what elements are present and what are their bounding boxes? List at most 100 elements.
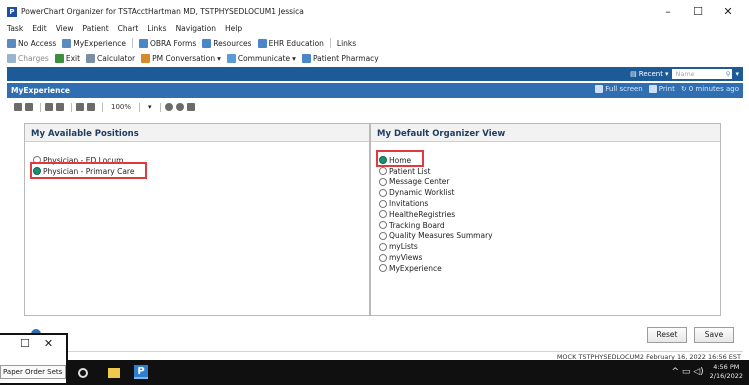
paper-order-sets-item[interactable]: Paper Order Sets [0, 365, 66, 379]
name-search-placeholder: Name [675, 70, 695, 78]
toolbar-divider [132, 38, 133, 48]
organizer-label: Patient List [389, 166, 431, 176]
radio-button[interactable] [379, 199, 387, 208]
toolbar-secondary: Charges Exit Calculator PM Conversation … [7, 51, 385, 65]
communicate-icon [226, 53, 236, 63]
zoom-in-icon[interactable] [76, 103, 84, 111]
task-view-icon[interactable] [78, 368, 88, 378]
obra-forms-button[interactable]: OBRA Forms [139, 38, 196, 48]
selection-highlight-box [30, 162, 147, 179]
home-icon[interactable] [186, 103, 195, 111]
menu-view[interactable]: View [56, 24, 74, 33]
menu-edit[interactable]: Edit [32, 24, 47, 33]
close-button[interactable]: ✕ [713, 3, 743, 20]
binoculars-icon[interactable] [14, 103, 22, 111]
full-screen-label: Full screen [605, 85, 643, 93]
content-toolbar: 100% ▾ [14, 101, 198, 113]
organizer-view-list: Home Patient List Message Center Dynamic… [379, 155, 493, 274]
exit-icon [54, 53, 64, 63]
pm-conversation-button[interactable]: PM Conversation ▾ [141, 53, 221, 63]
organizer-option[interactable]: Tracking Board [379, 220, 493, 231]
radio-button[interactable] [379, 188, 387, 197]
toolbar-divider [329, 38, 331, 48]
toolbar-divider [139, 102, 141, 112]
available-positions-heading: My Available Positions [25, 124, 369, 142]
radio-button[interactable] [379, 210, 387, 219]
organizer-option[interactable]: Invitations [379, 198, 493, 209]
recent-button[interactable]: Recent [639, 70, 663, 78]
menu-chart[interactable]: Chart [118, 24, 139, 33]
full-screen-button[interactable]: Full screen [595, 85, 643, 93]
organizer-option[interactable]: myLists [379, 241, 493, 252]
menu-help[interactable]: Help [225, 24, 242, 33]
patient-pharmacy-label: Patient Pharmacy [312, 53, 379, 63]
zoom-level[interactable]: 100% [111, 103, 131, 111]
radio-button[interactable] [379, 167, 387, 176]
ehr-education-button[interactable]: EHR Education [257, 38, 324, 48]
toolbar-divider [159, 102, 161, 112]
chevron-down-icon: ▾ [292, 53, 296, 63]
refresh-button[interactable]: ↻ 0 minutes ago [681, 85, 739, 93]
minimize-button[interactable]: – [653, 3, 683, 20]
organizer-option[interactable]: myViews [379, 252, 493, 263]
chevron-down-icon: ▾ [664, 70, 669, 78]
no-access-button[interactable]: No Access [7, 38, 56, 48]
radio-button[interactable] [379, 264, 387, 273]
refresh-label: 0 minutes ago [688, 85, 739, 93]
radio-button[interactable] [379, 253, 387, 262]
pm-conversation-icon [141, 53, 151, 63]
search-icon[interactable]: ⚲ [726, 69, 731, 79]
maximize-button[interactable]: ☐ [683, 3, 713, 20]
file-explorer-icon[interactable] [108, 368, 120, 378]
name-search-input[interactable]: Name ⚲ [672, 69, 733, 79]
windows-taskbar: P ^ ▭ ◁) 4:56 PM 2/16/2022 [0, 360, 749, 385]
print-preview-icon[interactable] [45, 103, 53, 111]
forward-icon[interactable] [175, 103, 184, 111]
clock[interactable]: 4:56 PM 2/16/2022 [710, 363, 743, 381]
charges-button[interactable]: Charges [7, 53, 49, 63]
back-icon[interactable] [164, 103, 173, 111]
resources-button[interactable]: Resources [202, 38, 252, 48]
organizer-option[interactable]: Dynamic Worklist [379, 187, 493, 198]
print-button[interactable]: Print [648, 85, 675, 93]
search-dropdown-icon[interactable]: ▾ [735, 70, 739, 78]
popup-window-controls: ☐ ✕ [20, 337, 67, 350]
myexperience-label: MyExperience [73, 38, 126, 48]
organizer-option[interactable]: Quality Measures Summary [379, 231, 493, 242]
myexperience-button[interactable]: MyExperience [62, 38, 126, 48]
default-organizer-heading: My Default Organizer View [371, 124, 720, 142]
zoom-out-icon[interactable] [87, 103, 95, 111]
radio-button[interactable] [379, 221, 387, 230]
organizer-option[interactable]: Message Center [379, 177, 493, 188]
resources-label: Resources [213, 38, 252, 48]
print-icon[interactable] [56, 103, 64, 111]
radio-button[interactable] [379, 177, 387, 186]
organizer-option[interactable]: Patient List [379, 166, 493, 177]
communicate-button[interactable]: Communicate ▾ [226, 53, 296, 63]
ehr-education-icon [257, 38, 267, 48]
radio-button[interactable] [379, 242, 387, 251]
pm-conversation-label: PM Conversation [152, 53, 216, 63]
page-icon[interactable] [25, 103, 33, 111]
radio-button[interactable] [379, 231, 387, 240]
ehr-education-label: EHR Education [268, 38, 324, 48]
menu-patient[interactable]: Patient [83, 24, 109, 33]
popup-close-button[interactable]: ✕ [44, 337, 53, 350]
popup-maximize-button[interactable]: ☐ [20, 337, 30, 350]
powerchart-taskbar-icon[interactable]: P [134, 365, 148, 379]
links-button[interactable]: Links [337, 39, 356, 48]
menu-navigation[interactable]: Navigation [176, 24, 216, 33]
tray-icons[interactable]: ^ ▭ ◁) [671, 367, 703, 377]
organizer-option[interactable]: MyExperience [379, 263, 493, 274]
calculator-button[interactable]: Calculator [86, 53, 135, 63]
toolbar-primary: No Access MyExperience OBRA Forms Resour… [7, 36, 362, 50]
menu-task[interactable]: Task [7, 24, 23, 33]
menu-links[interactable]: Links [147, 24, 166, 33]
exit-button[interactable]: Exit [54, 53, 80, 63]
reset-button[interactable]: Reset [647, 327, 687, 343]
save-button[interactable]: Save [694, 327, 734, 343]
zoom-dropdown-icon[interactable]: ▾ [148, 103, 152, 111]
organizer-option[interactable]: HealtheRegistries [379, 209, 493, 220]
organizer-label: Message Center [389, 177, 450, 187]
patient-pharmacy-button[interactable]: Patient Pharmacy [301, 53, 379, 63]
